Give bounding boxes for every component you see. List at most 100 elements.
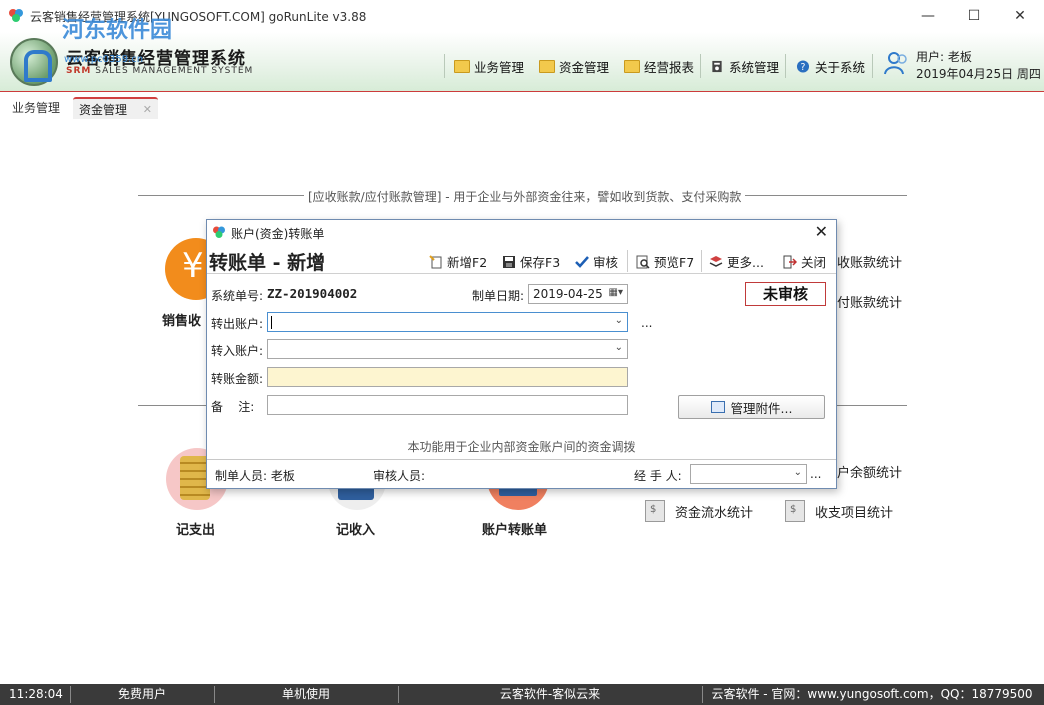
menu-separator (444, 54, 445, 78)
status-time: 11:28:04 (9, 687, 63, 701)
dialog-close-button[interactable]: ✕ (815, 222, 828, 241)
from-account-select[interactable]: ⌄ (267, 312, 628, 332)
status-mode: 单机使用 (281, 687, 330, 701)
dialog-footer: 制单人员: 老板 审核人员: 经 手 人: ⌄ ... (207, 459, 836, 489)
calendar-icon[interactable]: ▦▾ (609, 287, 623, 298)
tab-funds[interactable]: 资金管理 ✕ (73, 97, 158, 119)
tile-expense-label[interactable]: 记支出 (176, 519, 215, 538)
menu-separator (872, 54, 873, 78)
folder-icon (624, 59, 640, 73)
transfer-dialog: 账户(资金)转账单 ✕ 转账单 - 新增 新增F2 保存F3 审核 预览F7 更… (206, 219, 837, 489)
check-icon (575, 255, 589, 268)
from-account-more-button[interactable]: ... (641, 316, 652, 330)
report-doc-icon (645, 500, 665, 522)
settings-doc-icon (712, 60, 722, 72)
status-separator (398, 686, 399, 703)
maximize-button[interactable]: ☐ (954, 4, 994, 28)
dialog-note: 本功能用于企业内部资金账户间的资金调拨 (407, 440, 636, 454)
handler-select[interactable]: ⌄ (690, 464, 807, 484)
tile-sales-receipt-label[interactable]: 销售收 (162, 310, 201, 329)
dialog-titlebar: 账户(资金)转账单 ✕ (207, 220, 836, 244)
brand-subtitle: SRM SALES MANAGEMENT SYSTEM (66, 66, 254, 76)
exit-button[interactable]: 关闭 (783, 252, 826, 271)
status-user-type: 免费用户 (117, 687, 166, 701)
tile-income-label[interactable]: 记收入 (336, 519, 375, 538)
status-separator (70, 686, 71, 703)
new-doc-icon (429, 254, 442, 268)
folder-icon (454, 59, 470, 73)
menu-system[interactable]: 系统管理 (709, 54, 779, 78)
dialog-heading: 转账单 - 新增 (209, 252, 326, 274)
watermark-url: www.pc0359.cn (64, 54, 144, 65)
minimize-button[interactable]: — (908, 4, 948, 28)
auditor-label: 审核人员: (373, 469, 426, 483)
more-button[interactable]: 更多... (709, 252, 764, 271)
chevron-down-icon: ⌄ (614, 342, 623, 353)
current-date: 2019年04月25日 周四 (916, 67, 1041, 81)
to-account-select[interactable]: ⌄ (267, 339, 628, 359)
current-user: 用户: 老板 (916, 50, 972, 64)
link-fund-flow-stats[interactable]: 资金流水统计 (645, 500, 753, 522)
menu-funds[interactable]: 资金管理 (539, 54, 609, 78)
to-account-label: 转入账户: (211, 344, 264, 358)
manage-attachments-button[interactable]: 管理附件... (678, 395, 825, 419)
handler-more-button[interactable]: ... (810, 467, 821, 481)
report-doc-icon (785, 500, 805, 522)
folder-icon (539, 59, 555, 73)
tab-bar: 业务管理 资金管理 ✕ (0, 95, 1044, 119)
menu-reports[interactable]: 经营报表 (624, 54, 694, 78)
toolbar-separator (701, 250, 702, 272)
status-slogan: 云客软件-客似云来 (499, 687, 601, 701)
watermark-text: 河东软件园 (62, 18, 173, 43)
help-icon: ? (796, 59, 810, 73)
tile-transfer-label[interactable]: 账户转账单 (482, 519, 547, 538)
chevron-down-icon: ⌄ (614, 315, 623, 326)
remark-input[interactable] (267, 395, 628, 415)
amount-input[interactable] (267, 367, 628, 387)
link-income-expense-stats[interactable]: 收支项目统计 (785, 500, 893, 522)
exit-icon (783, 255, 797, 268)
doc-no-value: ZZ-201904002 (267, 286, 358, 301)
handler-label: 经 手 人: (634, 469, 682, 483)
link-payable-stats[interactable]: 付账款统计 (837, 292, 902, 311)
doc-no-label: 系统单号: (211, 289, 264, 303)
link-receivable-stats[interactable]: 收账款统计 (837, 252, 902, 271)
menu-about[interactable]: ? 关于系统 (795, 54, 865, 78)
dialog-toolbar: 转账单 - 新增 新增F2 保存F3 审核 预览F7 更多... 关闭 (207, 246, 836, 274)
save-button[interactable]: 保存F3 (502, 252, 560, 271)
status-separator (214, 686, 215, 703)
user-icon (884, 52, 907, 75)
app-icon (9, 9, 23, 22)
close-tab-icon[interactable]: ✕ (143, 99, 152, 121)
status-separator (702, 686, 703, 703)
status-bar: 11:28:04 免费用户 单机使用 云客软件-客似云来 云客软件 - 官网：w… (0, 684, 1044, 705)
menu-separator (700, 54, 701, 78)
from-account-label: 转出账户: (211, 317, 264, 331)
attachment-icon (710, 401, 725, 413)
menu-business[interactable]: 业务管理 (454, 54, 524, 78)
toolbar-separator (627, 250, 628, 272)
date-label: 制单日期: (472, 289, 525, 303)
preview-button[interactable]: 预览F7 (636, 252, 694, 271)
app-icon (213, 226, 225, 238)
menu-separator (785, 54, 786, 78)
dialog-title: 账户(资金)转账单 (231, 227, 325, 241)
svg-text:?: ? (801, 62, 806, 73)
tab-business[interactable]: 业务管理 (6, 97, 66, 119)
logo-icon (10, 38, 58, 86)
audit-button[interactable]: 审核 (575, 252, 618, 271)
link-account-balance-stats[interactable]: 户余额统计 (837, 462, 902, 481)
creator-label: 制单人员: 老板 (215, 469, 295, 483)
amount-label: 转账金额: (211, 372, 264, 386)
close-button[interactable]: ✕ (1000, 4, 1040, 28)
new-button[interactable]: 新增F2 (429, 252, 487, 271)
date-picker[interactable]: 2019-04-25 ▦▾ (528, 284, 628, 304)
chevron-down-icon: ⌄ (793, 467, 802, 478)
save-icon (503, 255, 515, 268)
section-caption: [应收账款/应付账款管理] - 用于企业与外部资金往来，譬如收到货款、支付采购款 (304, 188, 746, 205)
preview-icon (636, 255, 650, 269)
more-icon (709, 255, 723, 267)
status-badge: 未审核 (745, 282, 826, 306)
remark-label: 备 注: (211, 400, 255, 414)
status-contact: 云客软件 - 官网：www.yungosoft.com，QQ：18779500 (711, 687, 1033, 701)
